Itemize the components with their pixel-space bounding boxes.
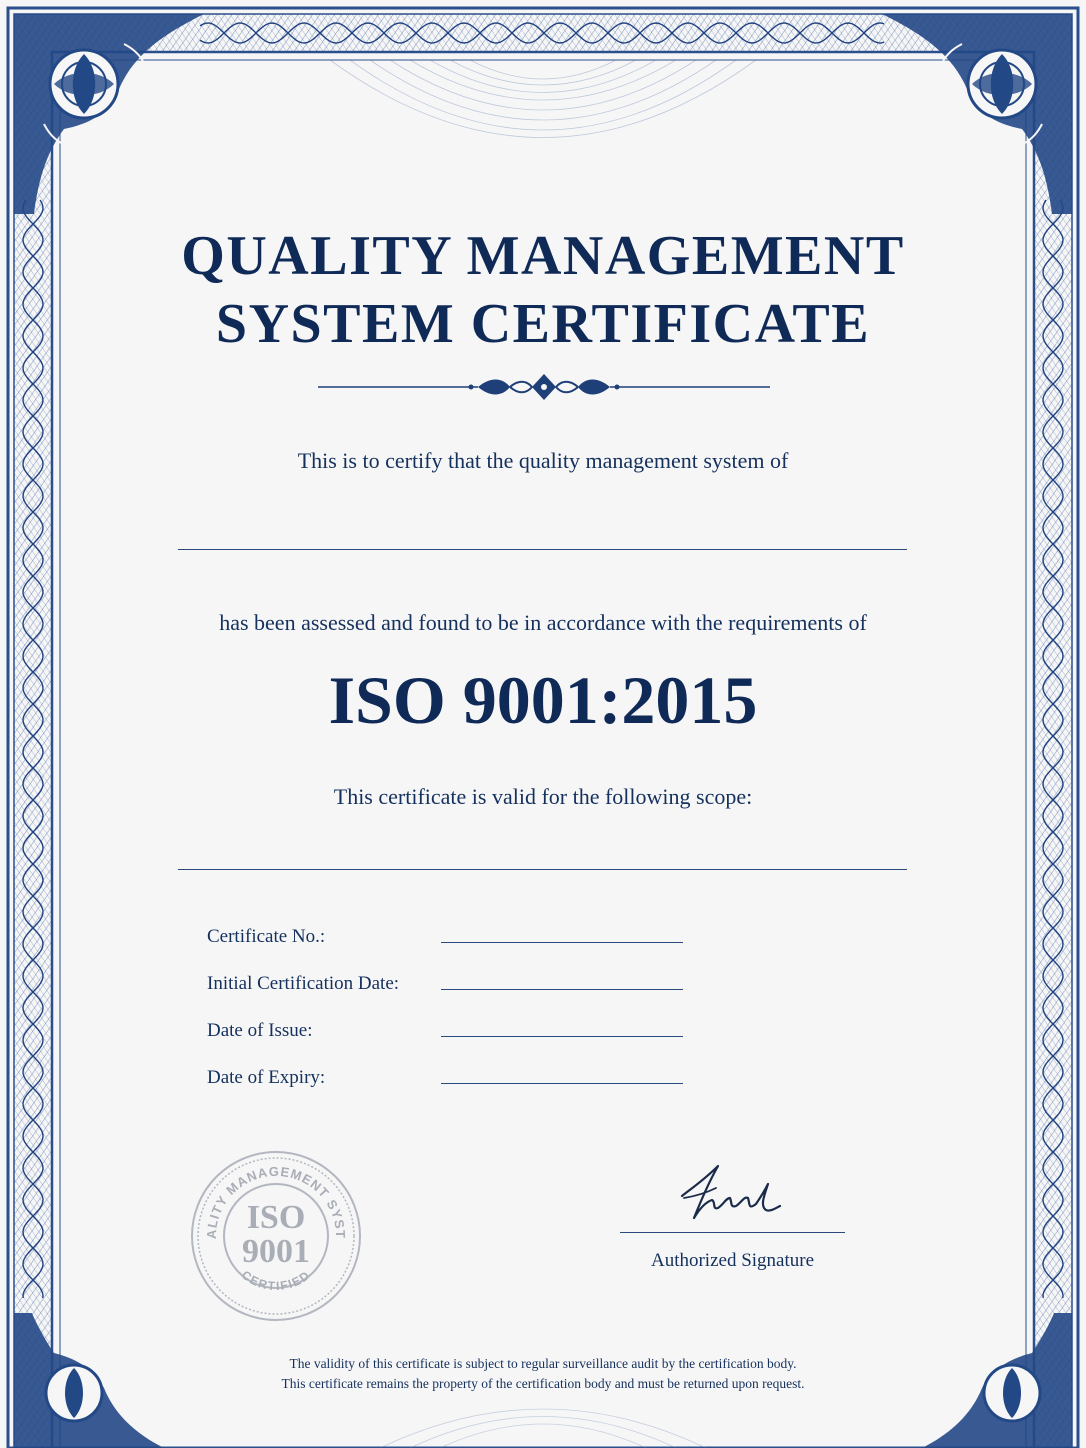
field-line-certificate-no (441, 942, 683, 943)
footer-line-2: This certificate remains the property of… (281, 1376, 805, 1391)
signature-line (620, 1232, 845, 1233)
field-label-date-of-expiry: Date of Expiry: (207, 1067, 326, 1088)
footer-line-1: The validity of this certificate is subj… (289, 1356, 797, 1371)
field-line-initial-certification-date (441, 989, 683, 990)
field-line-date-of-issue (441, 1036, 683, 1037)
scope-line (178, 869, 907, 870)
certificate-page: QUALITY MANAGEMENT SYSTEM CERTIFICATE Th… (0, 0, 1086, 1448)
seal-bottom-text: CERTIFIED (239, 1268, 312, 1293)
field-label-date-of-issue: Date of Issue: (207, 1020, 313, 1041)
field-line-date-of-expiry (441, 1083, 683, 1084)
svg-text:CERTIFIED: CERTIFIED (239, 1268, 313, 1293)
certificate-title-line2: SYSTEM CERTIFICATE (215, 293, 871, 355)
handwritten-signature (680, 1164, 782, 1220)
assessed-statement: has been assessed and found to be in acc… (219, 610, 867, 635)
signature-label: Authorized Signature (650, 1250, 815, 1271)
scroll-divider-ornament (318, 374, 770, 400)
iso-seal-stamp: QUALITY MANAGEMENT SYSTEM CERTIFIED ISO … (188, 1148, 361, 1321)
certificate-title-line1: QUALITY MANAGEMENT (181, 225, 905, 287)
standard-name: ISO 9001:2015 (328, 662, 758, 738)
seal-center-line1: ISO (247, 1199, 306, 1236)
scope-statement: This certificate is valid for the follow… (333, 784, 753, 809)
certify-statement: This is to certify that the quality mana… (297, 448, 789, 473)
field-label-certificate-no: Certificate No.: (207, 926, 326, 947)
organization-name-line (178, 549, 907, 550)
seal-center-line2: 9001 (242, 1233, 310, 1270)
field-label-initial-certification-date: Initial Certification Date: (207, 973, 400, 994)
